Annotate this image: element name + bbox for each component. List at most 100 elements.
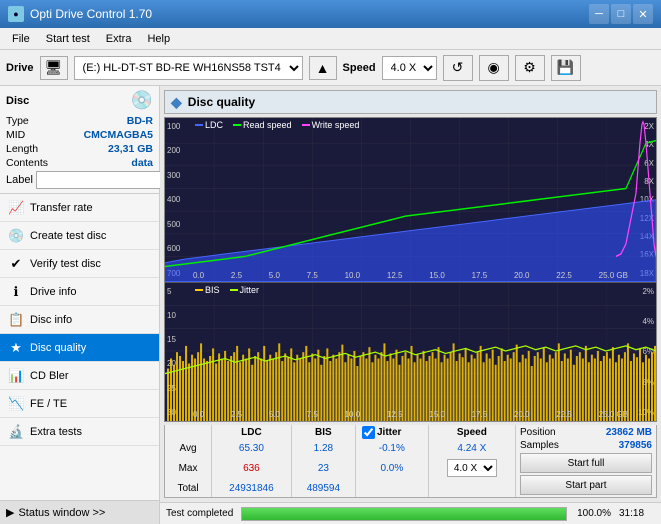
sidebar-item-transfer-rate[interactable]: 📈 Transfer rate (0, 194, 159, 222)
sidebar-item-extra-tests[interactable]: 🔬 Extra tests (0, 418, 159, 446)
samples-label: Samples (520, 440, 559, 451)
speed-avg: 4.24 X (428, 440, 515, 456)
disc-section: Disc 💿 Type BD-R MID CMCMAGBA5 Length 23… (0, 86, 159, 194)
verify-test-disc-label: Verify test disc (30, 258, 101, 270)
progress-time: 31:18 (619, 508, 655, 519)
type-value: BD-R (127, 115, 153, 127)
menu-extra[interactable]: Extra (98, 31, 140, 47)
position-label: Position (520, 427, 556, 438)
nav-items: 📈 Transfer rate 💿 Create test disc ✔ Ver… (0, 194, 159, 500)
mid-value: CMCMAGBA5 (84, 129, 153, 141)
jitter-legend-dot (230, 289, 238, 291)
title-bar: ● Opti Drive Control 1.70 ─ □ ✕ (0, 0, 661, 28)
bis-total: 489594 (291, 481, 355, 497)
progress-bar-inner (242, 508, 566, 520)
menu-start-test[interactable]: Start test (38, 31, 98, 47)
ldc-legend-label: LDC (205, 120, 223, 130)
bis-avg: 1.28 (291, 440, 355, 456)
stats-row-total: Total 24931846 489594 (165, 481, 516, 497)
jitter-avg: -0.1% (356, 440, 429, 456)
sidebar-item-drive-info[interactable]: ℹ Drive info (0, 278, 159, 306)
jitter-legend-label: Jitter (240, 285, 260, 295)
sidebar-item-create-test-disc[interactable]: 💿 Create test disc (0, 222, 159, 250)
length-value: 23,31 GB (108, 143, 153, 155)
sidebar-item-disc-info[interactable]: 📋 Disc info (0, 306, 159, 334)
drive-info-label: Drive info (30, 286, 76, 298)
drive-icon-btn[interactable]: 🖥 (40, 56, 68, 80)
write-speed-legend-label: Write speed (312, 120, 360, 130)
fe-te-icon: 📉 (8, 396, 24, 412)
start-full-button[interactable]: Start full (520, 453, 652, 473)
mid-label: MID (6, 129, 25, 141)
main-layout: Disc 💿 Type BD-R MID CMCMAGBA5 Length 23… (0, 86, 661, 524)
sidebar-item-verify-test-disc[interactable]: ✔ Verify test disc (0, 250, 159, 278)
chart-top: LDC Read speed Write speed 700 (165, 118, 656, 282)
speed-select-stats[interactable]: 4.0 X 6.0 X (447, 459, 497, 477)
status-window-label: Status window >> (18, 507, 105, 519)
label-input[interactable] (36, 171, 174, 189)
progress-bar-row: Test completed 100.0% 31:18 (160, 502, 661, 524)
read-speed-legend-dot (233, 124, 241, 126)
speed-label: Speed (343, 62, 376, 74)
app-icon: ● (8, 6, 24, 22)
top-legend: LDC Read speed Write speed (195, 120, 359, 130)
row-avg-label: Avg (165, 440, 212, 456)
sidebar-item-cd-bler[interactable]: 📊 CD Bler (0, 362, 159, 390)
ldc-max: 636 (212, 456, 292, 481)
eject-button[interactable]: ▲ (309, 56, 337, 80)
panel-icon: ◆ (171, 94, 182, 111)
col-header-speed: Speed (428, 425, 515, 440)
sidebar-item-fe-te[interactable]: 📉 FE / TE (0, 390, 159, 418)
status-window-bar[interactable]: ▶ Status window >> (0, 500, 159, 524)
length-label: Length (6, 143, 38, 155)
minimize-button[interactable]: ─ (589, 4, 609, 24)
drive-select[interactable]: (E:) HL-DT-ST BD-RE WH16NS58 TST4 (74, 56, 303, 80)
samples-value: 379856 (619, 440, 652, 451)
create-test-disc-label: Create test disc (30, 230, 106, 242)
stats-table: LDC BIS Jitter Speed (165, 425, 516, 497)
bis-legend-label: BIS (205, 285, 220, 295)
type-label: Type (6, 115, 29, 127)
refresh-button[interactable]: ↺ (443, 55, 473, 81)
col-header-jitter: Jitter (356, 425, 429, 440)
app-title: Opti Drive Control 1.70 (30, 7, 152, 21)
fe-te-label: FE / TE (30, 398, 67, 410)
drive-bar: Drive 🖥 (E:) HL-DT-ST BD-RE WH16NS58 TST… (0, 50, 661, 86)
disc-info-label: Disc info (30, 314, 72, 326)
maximize-button[interactable]: □ (611, 4, 631, 24)
verify-test-disc-icon: ✔ (8, 256, 24, 272)
disc-icon: 💿 (131, 90, 153, 111)
stats-right: Position 23862 MB Samples 379856 Start f… (516, 425, 656, 497)
top-chart-svg (165, 118, 656, 282)
menu-file[interactable]: File (4, 31, 38, 47)
x-axis-bottom: 0.0 2.5 5.0 7.5 10.0 12.5 15.0 17.5 20.0… (193, 410, 628, 419)
chart-container: LDC Read speed Write speed 700 (164, 117, 657, 422)
create-test-disc-icon: 💿 (8, 228, 24, 244)
transfer-rate-icon: 📈 (8, 200, 24, 216)
save-button[interactable]: 💾 (551, 55, 581, 81)
bis-legend-dot (195, 289, 203, 291)
sidebar: Disc 💿 Type BD-R MID CMCMAGBA5 Length 23… (0, 86, 160, 524)
stats-row: LDC BIS Jitter Speed (164, 425, 657, 498)
disc-quality-icon: ★ (8, 340, 24, 356)
bottom-chart-svg (165, 283, 656, 421)
speed-select-cell: 4.0 X 6.0 X (428, 456, 515, 481)
label-label: Label (6, 174, 33, 186)
progress-percent: 100.0% (575, 508, 611, 519)
jitter-checkbox[interactable] (362, 426, 375, 439)
contents-value: data (131, 157, 153, 169)
burn-button[interactable]: ◉ (479, 55, 509, 81)
row-max-label: Max (165, 456, 212, 481)
speed-select[interactable]: 4.0 X 6.0 X 8.0 X (382, 56, 437, 80)
menu-help[interactable]: Help (139, 31, 178, 47)
close-button[interactable]: ✕ (633, 4, 653, 24)
bottom-legend: BIS Jitter (195, 285, 259, 295)
stats-row-max: Max 636 23 0.0% 4.0 X 6.0 X (165, 456, 516, 481)
settings-button[interactable]: ⚙ (515, 55, 545, 81)
extra-tests-icon: 🔬 (8, 424, 24, 440)
panel-header: ◆ Disc quality (164, 90, 657, 114)
start-part-button[interactable]: Start part (520, 475, 652, 495)
drive-label: Drive (6, 62, 34, 74)
ldc-legend-dot (195, 124, 203, 126)
sidebar-item-disc-quality[interactable]: ★ Disc quality (0, 334, 159, 362)
